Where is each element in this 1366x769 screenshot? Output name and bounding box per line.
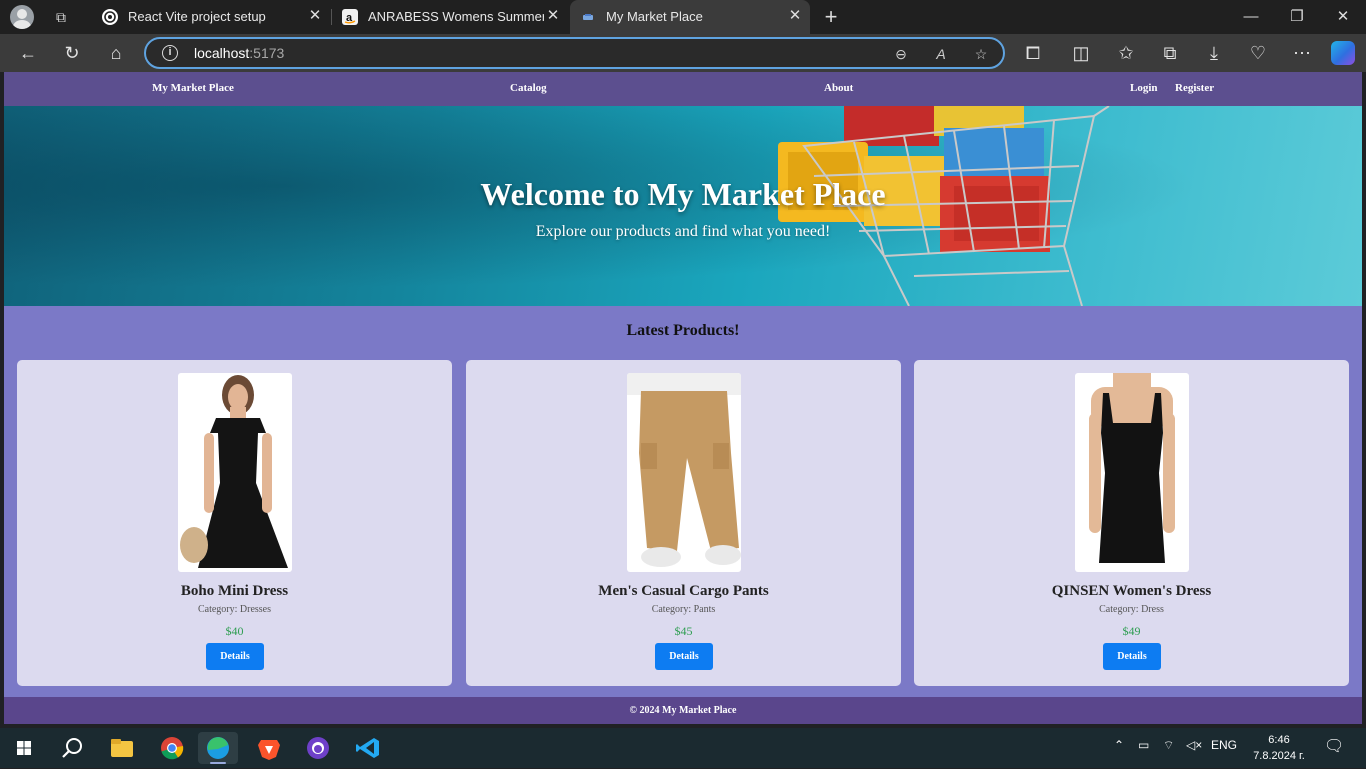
latest-products-heading: Latest Products! bbox=[626, 322, 740, 339]
clock-date: 7.8.2024 г. bbox=[1253, 750, 1305, 762]
tab-my-market-place[interactable]: My Market Place ✕ bbox=[570, 0, 810, 34]
active-indicator bbox=[210, 762, 226, 764]
address-bar[interactable]: i localhost:5173 ⊖ A ☆ bbox=[144, 37, 1005, 69]
nav-brand-link[interactable]: My Market Place bbox=[152, 82, 234, 94]
tab-title: My Market Place bbox=[606, 9, 703, 24]
workspaces-icon[interactable]: ⧉ bbox=[52, 8, 70, 26]
show-hidden-icons[interactable]: ⌃ bbox=[1114, 738, 1124, 752]
nav-register-link[interactable]: Register bbox=[1175, 82, 1214, 94]
product-price: $49 bbox=[1122, 624, 1141, 638]
details-button[interactable]: Details bbox=[655, 643, 713, 670]
chatgpt-icon bbox=[102, 9, 118, 25]
page-footer: © 2024 My Market Place bbox=[4, 697, 1362, 724]
more-options-icon[interactable]: ⋯ bbox=[1288, 40, 1316, 66]
hero-banner: Welcome to My Market Place Explore our p… bbox=[4, 106, 1362, 306]
restore-button[interactable]: ❐ bbox=[1274, 0, 1320, 34]
github-desktop-icon[interactable] bbox=[298, 732, 338, 764]
battery-icon[interactable]: ▭ bbox=[1138, 738, 1149, 752]
favorite-star-icon[interactable]: ☆ bbox=[970, 43, 992, 65]
close-tab-icon[interactable]: ✕ bbox=[306, 7, 324, 25]
copilot-icon[interactable] bbox=[1331, 41, 1355, 65]
site-info-icon[interactable]: i bbox=[162, 45, 178, 61]
extensions-icon[interactable]: ⧠ bbox=[1019, 40, 1047, 66]
page-icon bbox=[580, 9, 596, 25]
product-image-cargo-pants[interactable] bbox=[627, 373, 741, 572]
product-name: QINSEN Women's Dress bbox=[1051, 583, 1212, 599]
profile-avatar-icon[interactable] bbox=[10, 5, 34, 29]
url-port: :5173 bbox=[249, 45, 285, 61]
nav-login-link[interactable]: Login bbox=[1130, 82, 1158, 94]
browser-tab-bar: ⧉ React Vite project setup ✕ a ANRABESS … bbox=[0, 0, 1366, 34]
product-card: Boho Mini Dress Category: Dresses $40 De… bbox=[17, 360, 452, 686]
browser-essentials-icon[interactable]: ♡ bbox=[1244, 40, 1272, 66]
tab-anrabess[interactable]: a ANRABESS Womens Summer Ca ✕ bbox=[332, 0, 568, 34]
start-button[interactable] bbox=[4, 732, 44, 764]
clock-time: 6:46 bbox=[1268, 734, 1290, 746]
product-card: QINSEN Women's Dress Category: Dress $49… bbox=[914, 360, 1349, 686]
windows-taskbar: ⌃ ▭ ⌔ ◁× ENG 6:46 7.8.2024 г. 🗨 bbox=[0, 728, 1366, 768]
url-host: localhost bbox=[194, 45, 250, 61]
nav-about-link[interactable]: About bbox=[824, 82, 853, 94]
file-explorer-icon[interactable] bbox=[102, 732, 142, 764]
product-image-black-dress[interactable] bbox=[1075, 373, 1189, 572]
brave-icon[interactable] bbox=[249, 732, 289, 764]
details-button[interactable]: Details bbox=[1103, 643, 1161, 670]
product-category: Category: Dresses bbox=[197, 604, 272, 615]
hero-title: Welcome to My Market Place bbox=[480, 176, 886, 212]
home-icon[interactable]: ⌂ bbox=[102, 40, 130, 66]
address-url[interactable]: localhost:5173 bbox=[194, 45, 284, 61]
amazon-icon: a bbox=[342, 9, 358, 25]
back-arrow-icon[interactable]: ← bbox=[14, 40, 42, 66]
close-window-button[interactable]: ✕ bbox=[1320, 0, 1366, 34]
read-aloud-icon[interactable]: A bbox=[930, 43, 952, 65]
system-clock[interactable]: 6:46 7.8.2024 г. bbox=[1251, 732, 1307, 764]
product-category: Category: Dress bbox=[1099, 604, 1164, 615]
product-name: Boho Mini Dress bbox=[180, 583, 289, 599]
favorites-icon[interactable]: ✩ bbox=[1112, 40, 1140, 66]
split-screen-icon[interactable]: ◫ bbox=[1067, 40, 1095, 66]
volume-muted-icon[interactable]: ◁× bbox=[1186, 738, 1202, 752]
vscode-icon[interactable] bbox=[348, 732, 388, 764]
product-image-dress[interactable] bbox=[178, 373, 292, 572]
product-price: $45 bbox=[674, 624, 693, 638]
tab-title: React Vite project setup bbox=[128, 9, 266, 24]
details-button[interactable]: Details bbox=[206, 643, 264, 670]
product-card: Men's Casual Cargo Pants Category: Pants… bbox=[466, 360, 901, 686]
close-tab-icon[interactable]: ✕ bbox=[544, 7, 562, 25]
tab-react-vite[interactable]: React Vite project setup ✕ bbox=[92, 0, 330, 34]
downloads-icon[interactable]: ⤓ bbox=[1200, 40, 1228, 66]
zoom-out-icon[interactable]: ⊖ bbox=[890, 43, 912, 65]
collections-icon[interactable]: ⧉ bbox=[1156, 40, 1184, 66]
browser-toolbar: ← ↻ ⌂ i localhost:5173 ⊖ A ☆ ⧠ ◫ ✩ ⧉ ⤓ ♡… bbox=[0, 34, 1366, 72]
windows-logo-icon bbox=[17, 741, 31, 755]
language-indicator[interactable]: ENG bbox=[1211, 738, 1237, 752]
close-tab-icon[interactable]: ✕ bbox=[786, 7, 804, 25]
tab-title: ANRABESS Womens Summer Ca bbox=[368, 9, 544, 24]
nav-catalog-link[interactable]: Catalog bbox=[510, 82, 547, 94]
chrome-icon[interactable] bbox=[152, 732, 192, 764]
minimize-button[interactable]: — bbox=[1228, 0, 1274, 34]
wifi-icon[interactable]: ⌔ bbox=[1163, 738, 1174, 753]
new-tab-button[interactable]: + bbox=[818, 4, 844, 30]
search-icon[interactable] bbox=[52, 732, 92, 764]
navbar: My Market Place Catalog About Login Regi… bbox=[4, 72, 1362, 106]
edge-icon[interactable] bbox=[198, 732, 238, 764]
notifications-icon[interactable]: 🗨 bbox=[1324, 736, 1344, 756]
refresh-icon[interactable]: ↻ bbox=[58, 40, 86, 66]
page-viewport: My Market Place Catalog About Login Regi… bbox=[4, 72, 1362, 724]
product-name: Men's Casual Cargo Pants bbox=[598, 583, 769, 599]
product-price: $40 bbox=[225, 624, 244, 638]
hero-subtitle: Explore our products and find what you n… bbox=[535, 223, 831, 240]
product-category: Category: Pants bbox=[651, 604, 716, 615]
